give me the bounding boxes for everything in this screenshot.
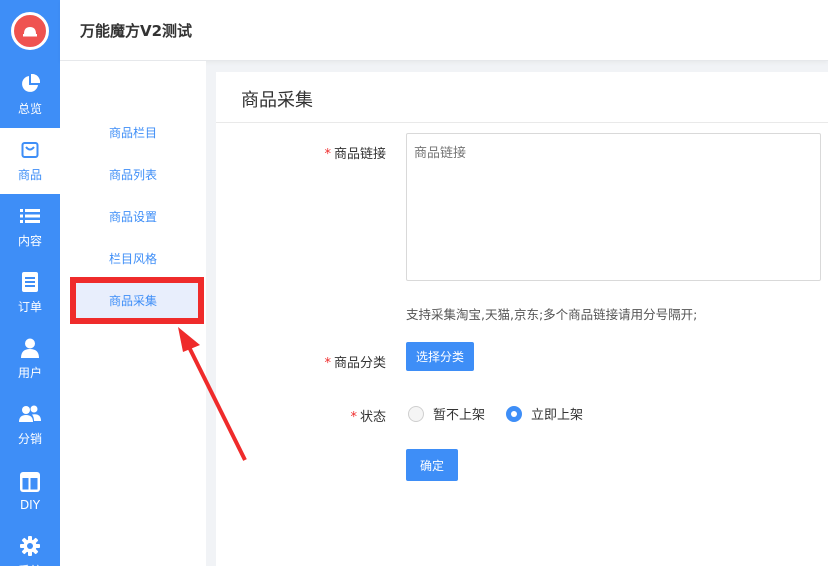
main-sidebar: 总览 商品 内容 订单 用户 分销 DIY: [0, 0, 60, 566]
logo-icon: [23, 27, 37, 37]
gear-icon: [19, 535, 41, 557]
list-icon: [19, 205, 41, 227]
required-marker: *: [324, 356, 331, 371]
submenu-item-label: 商品栏目: [109, 125, 158, 140]
submenu-item-category-style[interactable]: 栏目风格: [70, 236, 204, 280]
link-label-text: 商品链接: [333, 147, 386, 162]
app-logo[interactable]: [11, 12, 49, 50]
title-divider: [216, 122, 828, 123]
document-icon: [19, 271, 41, 293]
status-label-text: 状态: [359, 410, 386, 425]
rail-item-overview[interactable]: 总览: [0, 62, 60, 128]
confirm-button[interactable]: 确定: [406, 449, 458, 481]
annotation-highlight-box: [70, 277, 204, 324]
rail-item-label: DIY: [19, 497, 41, 512]
submenu-item-goods-list[interactable]: 商品列表: [70, 152, 204, 196]
rail-item-system[interactable]: 系统: [0, 524, 60, 566]
status-option-not-listed[interactable]: 暂不上架: [408, 404, 485, 423]
logo-area: [0, 0, 60, 62]
page-title: 商品采集: [241, 90, 313, 111]
rail-item-diy[interactable]: DIY: [0, 458, 60, 524]
category-label: * 商品分类: [300, 352, 386, 371]
rail-item-label: 系统: [18, 562, 42, 566]
required-marker: *: [324, 147, 331, 162]
submenu-item-goods-settings[interactable]: 商品设置: [70, 194, 204, 238]
users-icon: [19, 403, 41, 425]
radio-checked-icon[interactable]: [506, 405, 522, 422]
user-icon: [19, 337, 41, 359]
rail-item-label: 订单: [17, 300, 42, 314]
link-hint: 支持采集淘宝,天猫,京东;多个商品链接请用分号隔开;: [406, 307, 698, 322]
required-marker: *: [350, 410, 357, 425]
pie-chart-icon: [19, 73, 41, 95]
radio-unchecked-icon[interactable]: [408, 405, 424, 422]
rail-item-goods[interactable]: 商品: [0, 128, 60, 194]
rail-item-users[interactable]: 用户: [0, 326, 60, 392]
submenu-item-label: 栏目风格: [109, 251, 158, 266]
goods-link-input[interactable]: [406, 133, 821, 281]
rail-item-label: 商品: [17, 168, 42, 182]
submenu-item-label: 商品设置: [109, 209, 158, 224]
submenu-item-goods-category[interactable]: 商品栏目: [70, 110, 204, 154]
radio-label: 暂不上架: [433, 408, 486, 423]
top-header: 万能魔方V2测试: [60, 0, 828, 61]
category-label-text: 商品分类: [333, 356, 386, 371]
radio-label: 立即上架: [531, 408, 584, 423]
bag-icon: [19, 139, 41, 161]
status-label: * 状态: [300, 406, 386, 425]
rail-item-orders[interactable]: 订单: [0, 260, 60, 326]
rail-item-distribution[interactable]: 分销: [0, 392, 60, 458]
app-root: 总览 商品 内容 订单 用户 分销 DIY 万能魔方V2测试 商品栏目 商品列表…: [0, 0, 828, 566]
rail-item-label: 分销: [17, 432, 42, 446]
submenu-item-label: 商品列表: [109, 167, 158, 182]
select-category-button[interactable]: 选择分类: [406, 342, 474, 371]
rail-item-label: 内容: [17, 234, 42, 248]
rail-item-content[interactable]: 内容: [0, 194, 60, 260]
layout-icon: [19, 471, 41, 493]
rail-item-label: 总览: [17, 102, 42, 116]
rail-item-label: 用户: [17, 366, 42, 380]
status-option-list-now[interactable]: 立即上架: [506, 404, 583, 423]
app-title: 万能魔方V2测试: [80, 22, 193, 40]
link-label: * 商品链接: [300, 143, 386, 162]
